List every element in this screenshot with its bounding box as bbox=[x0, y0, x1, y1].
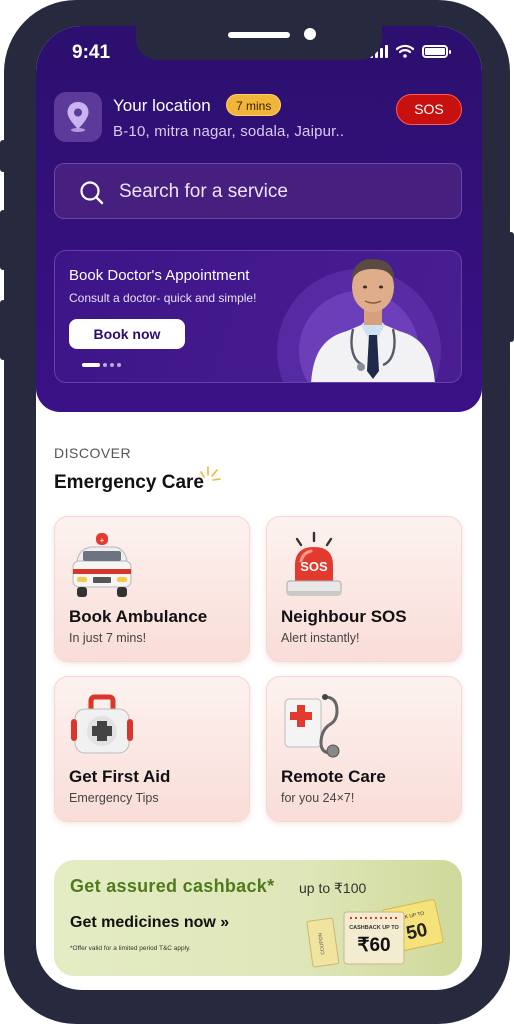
location-pin-icon[interactable] bbox=[54, 92, 102, 142]
promo-headline: Get assured cashback* bbox=[70, 876, 275, 896]
service-card-get-first-aid[interactable]: Get First Aid Emergency Tips bbox=[54, 676, 250, 822]
phone-mute-switch bbox=[0, 140, 6, 172]
phone-volume-up bbox=[0, 210, 6, 270]
status-icons bbox=[370, 44, 451, 58]
search-icon bbox=[80, 181, 104, 205]
stethoscope-icon bbox=[284, 694, 340, 758]
battery-icon bbox=[422, 44, 451, 58]
service-title: Get First Aid bbox=[69, 767, 171, 786]
wifi-icon bbox=[396, 44, 414, 58]
notch-speaker bbox=[228, 32, 290, 38]
service-card-neighbour-sos[interactable]: SOS Neighbour SOS Alert instantly! bbox=[266, 516, 462, 662]
service-title: Book Ambulance bbox=[69, 607, 208, 626]
service-subtitle: In just 7 mins! bbox=[69, 631, 147, 645]
sos-button[interactable]: SOS bbox=[396, 94, 462, 125]
status-time: 9:41 bbox=[72, 42, 111, 63]
service-card-book-ambulance[interactable]: + Book Ambulance In just 7 mins! bbox=[54, 516, 250, 662]
carousel-dots[interactable] bbox=[82, 363, 121, 367]
svg-text:SOS: SOS bbox=[300, 559, 328, 574]
location-title[interactable]: Your location bbox=[113, 96, 211, 116]
app-screen: 9:41 Your location 7 mins B-10, mitra na… bbox=[36, 26, 482, 990]
sparkle-icon bbox=[200, 466, 221, 481]
svg-text:+: + bbox=[100, 536, 105, 545]
banner-subtitle: Consult a doctor- quick and simple! bbox=[69, 291, 257, 305]
service-subtitle: for you 24×7! bbox=[281, 791, 355, 805]
search-input[interactable]: Search for a service bbox=[119, 181, 288, 203]
promo-fine-print: *Offer valid for a limited period T&C ap… bbox=[70, 945, 191, 952]
banner-title: Book Doctor's Appointment bbox=[69, 267, 250, 284]
cashback-promo-banner[interactable]: Get assured cashback* up to ₹100 Get med… bbox=[54, 860, 462, 976]
doctor-illustration bbox=[311, 259, 435, 382]
doctor-appointment-banner[interactable]: Book Doctor's Appointment Consult a doct… bbox=[54, 250, 462, 383]
hero-header: 9:41 Your location 7 mins B-10, mitra na… bbox=[36, 26, 482, 412]
phone-notch bbox=[136, 26, 382, 60]
cashback-coupons-icon: BACK UP TO 50 COUPON CASHBACK UP TO ₹60 bbox=[306, 899, 444, 968]
service-title: Neighbour SOS bbox=[281, 607, 407, 626]
svg-text:₹60: ₹60 bbox=[357, 935, 390, 956]
ambulance-icon: + bbox=[72, 533, 132, 597]
service-subtitle: Emergency Tips bbox=[69, 791, 159, 805]
get-medicines-link[interactable]: Get medicines now » bbox=[70, 914, 229, 932]
notch-camera bbox=[304, 28, 316, 40]
eta-badge: 7 mins bbox=[226, 94, 282, 116]
first-aid-kit-icon bbox=[71, 694, 133, 754]
search-bar[interactable]: Search for a service bbox=[54, 163, 462, 219]
book-now-button[interactable]: Book now bbox=[69, 319, 185, 349]
svg-text:CASHBACK UP TO: CASHBACK UP TO bbox=[349, 925, 399, 931]
sos-siren-icon: SOS bbox=[286, 531, 342, 596]
discover-label: DISCOVER bbox=[54, 445, 132, 461]
location-address[interactable]: B-10, mitra nagar, sodala, Jaipur.. bbox=[113, 123, 344, 140]
service-subtitle: Alert instantly! bbox=[281, 631, 360, 645]
svg-text:50: 50 bbox=[404, 920, 429, 945]
service-title: Remote Care bbox=[281, 767, 386, 786]
phone-power-button bbox=[508, 232, 514, 342]
section-title: Emergency Care bbox=[54, 472, 204, 493]
phone-volume-down bbox=[0, 300, 6, 360]
service-card-remote-care[interactable]: Remote Care for you 24×7! bbox=[266, 676, 462, 822]
